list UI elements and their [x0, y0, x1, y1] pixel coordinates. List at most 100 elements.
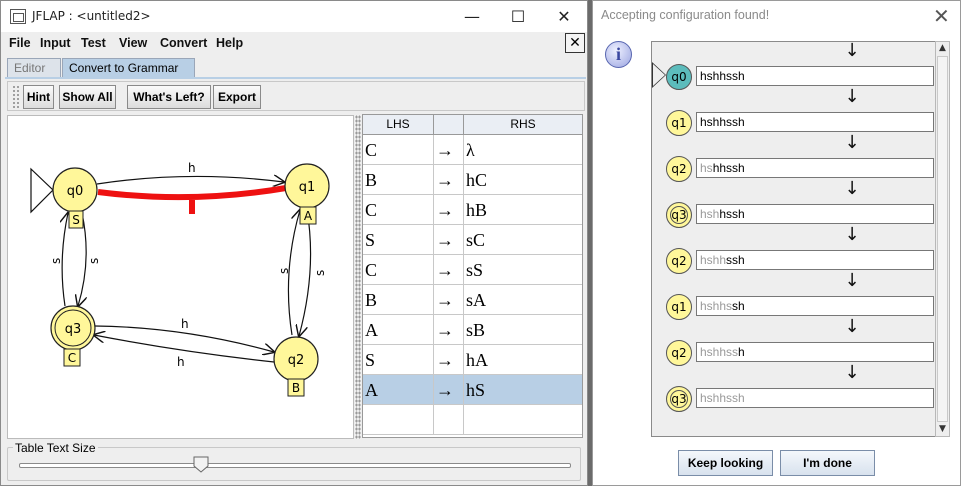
- remaining-input: hshhssh: [700, 69, 745, 83]
- table-row[interactable]: C → hB: [363, 195, 582, 225]
- close-window-button[interactable]: ✕: [541, 1, 587, 32]
- minimize-button[interactable]: —: [449, 1, 495, 32]
- split-pane-divider[interactable]: [355, 115, 361, 439]
- lhs-cell[interactable]: S: [363, 225, 434, 255]
- lhs-cell[interactable]: A: [363, 375, 434, 405]
- svg-text:q2: q2: [288, 353, 305, 368]
- rhs-cell[interactable]: sS: [464, 255, 582, 285]
- down-arrow-icon: ↓: [844, 270, 860, 291]
- info-icon: i: [605, 41, 632, 68]
- hint-button[interactable]: Hint: [23, 85, 54, 109]
- rhs-cell[interactable]: hB: [464, 195, 582, 225]
- show-all-button[interactable]: Show All: [59, 85, 116, 109]
- table-text-size-slider[interactable]: [19, 463, 571, 468]
- menu-view[interactable]: View: [119, 36, 147, 50]
- input-tape: hshhssh: [696, 342, 934, 362]
- menu-convert[interactable]: Convert: [160, 36, 207, 50]
- rhs-cell[interactable]: sA: [464, 285, 582, 315]
- configuration-row[interactable]: ↓ q2 hshhssh: [652, 318, 935, 366]
- down-arrow-icon: ↓: [844, 178, 860, 199]
- remaining-input: ssh: [726, 253, 745, 267]
- remaining-input: hhssh: [712, 161, 745, 175]
- tab-editor[interactable]: Editor: [7, 58, 61, 78]
- header-lhs[interactable]: LHS: [363, 115, 434, 135]
- configuration-row[interactable]: ↓ q0 hshhssh: [652, 42, 935, 90]
- jflap-window: JFLAP : <untitled2> — ☐ ✕ File Input Tes…: [0, 0, 588, 486]
- lhs-cell[interactable]: C: [363, 255, 434, 285]
- window-title: JFLAP : <untitled2>: [32, 9, 151, 23]
- table-row[interactable]: S → hA: [363, 345, 582, 375]
- rhs-cell[interactable]: hS: [464, 375, 582, 405]
- menu-input[interactable]: Input: [40, 36, 71, 50]
- scroll-down-icon[interactable]: ▼: [936, 423, 949, 436]
- arrow-cell: →: [434, 165, 464, 195]
- lhs-cell[interactable]: B: [363, 285, 434, 315]
- label-q2-q1: s: [277, 268, 291, 274]
- keep-looking-button[interactable]: Keep looking: [678, 450, 773, 476]
- maximize-button[interactable]: ☐: [495, 1, 541, 32]
- remaining-input: hshhssh: [700, 115, 745, 129]
- table-row[interactable]: C → sS: [363, 255, 582, 285]
- rhs-cell[interactable]: hA: [464, 345, 582, 375]
- consumed-input: hsh: [700, 207, 720, 221]
- lhs-cell[interactable]: S: [363, 345, 434, 375]
- table-row[interactable]: B → hC: [363, 165, 582, 195]
- dialog-close-icon[interactable]: ✕: [933, 4, 950, 28]
- svg-text:B: B: [292, 381, 300, 395]
- header-rhs[interactable]: RHS: [464, 115, 582, 135]
- state-q2: q2 B: [273, 336, 319, 397]
- tab-convert-to-grammar[interactable]: Convert to Grammar: [62, 58, 195, 78]
- slider-thumb[interactable]: [193, 456, 209, 473]
- edge-q1-q0-highlighted: [97, 185, 287, 201]
- rhs-cell[interactable]: sC: [464, 225, 582, 255]
- arrow-cell: →: [434, 345, 464, 375]
- configuration-row[interactable]: ↓ q2 hshhssh: [652, 226, 935, 274]
- menu-help[interactable]: Help: [216, 36, 243, 50]
- export-button[interactable]: Export: [213, 85, 261, 109]
- table-row[interactable]: S → sC: [363, 225, 582, 255]
- trace-scrollbar[interactable]: ▲ ▼: [935, 41, 950, 437]
- configuration-row[interactable]: ↓ q1 hshhssh: [652, 88, 935, 136]
- table-row[interactable]: A → hS: [363, 375, 582, 405]
- label-q3-q2: h: [181, 317, 189, 331]
- rhs-cell[interactable]: hC: [464, 165, 582, 195]
- state-q0: q0 S: [52, 167, 98, 229]
- grammar-table[interactable]: LHS RHS C → λ B → hC C → hB S → sC C → sS B → sA A → sB S → hA A…: [362, 114, 583, 438]
- menu-file[interactable]: File: [9, 36, 31, 50]
- lhs-cell[interactable]: B: [363, 165, 434, 195]
- arrow-cell: →: [434, 315, 464, 345]
- table-row[interactable]: A → sB: [363, 315, 582, 345]
- table-row[interactable]: C → λ: [363, 135, 582, 165]
- configuration-row[interactable]: ↓ q1 hshhssh: [652, 270, 935, 320]
- edge-q1-q2: [299, 209, 312, 336]
- input-tape: hshhssh: [696, 250, 934, 270]
- configuration-row[interactable]: ↓ q3 hshhssh: [652, 178, 935, 228]
- whats-left-button[interactable]: What's Left?: [127, 85, 211, 109]
- remaining-input: hssh: [719, 207, 745, 221]
- im-done-button[interactable]: I'm done: [780, 450, 875, 476]
- config-state: q2: [666, 156, 692, 182]
- rhs-cell[interactable]: λ: [464, 135, 582, 165]
- table-text-size-label: Table Text Size: [13, 441, 98, 455]
- configuration-row[interactable]: ↓ q3 hshhssh: [652, 364, 935, 412]
- lhs-cell[interactable]: C: [363, 135, 434, 165]
- rhs-cell[interactable]: sB: [464, 315, 582, 345]
- scroll-thumb[interactable]: [937, 56, 948, 422]
- lhs-cell[interactable]: A: [363, 315, 434, 345]
- configuration-trace-panel[interactable]: ↓ q0 hshhssh ↓ q1 hshhssh ↓ q2 hshhssh ↓ q3 hshhssh…: [651, 41, 936, 437]
- menu-test[interactable]: Test: [81, 36, 106, 50]
- toolbar-grip[interactable]: [12, 85, 20, 109]
- consumed-input: hs: [700, 161, 713, 175]
- menu-bar: File Input Test View Convert Help: [1, 32, 587, 56]
- scroll-up-icon[interactable]: ▲: [936, 42, 949, 55]
- automaton-canvas[interactable]: h s s s s h h q0 S q1 A q3 C q2 B: [7, 115, 354, 439]
- configuration-row[interactable]: ↓ q2 hshhssh: [652, 134, 935, 182]
- svg-text:q1: q1: [299, 180, 316, 195]
- lhs-cell[interactable]: C: [363, 195, 434, 225]
- table-row[interactable]: B → sA: [363, 285, 582, 315]
- svg-text:q0: q0: [67, 184, 84, 199]
- header-arrow[interactable]: [434, 115, 464, 135]
- close-panel-button[interactable]: ✕: [565, 33, 585, 53]
- consumed-input: hshhss: [700, 345, 739, 359]
- table-row-empty[interactable]: [363, 405, 582, 435]
